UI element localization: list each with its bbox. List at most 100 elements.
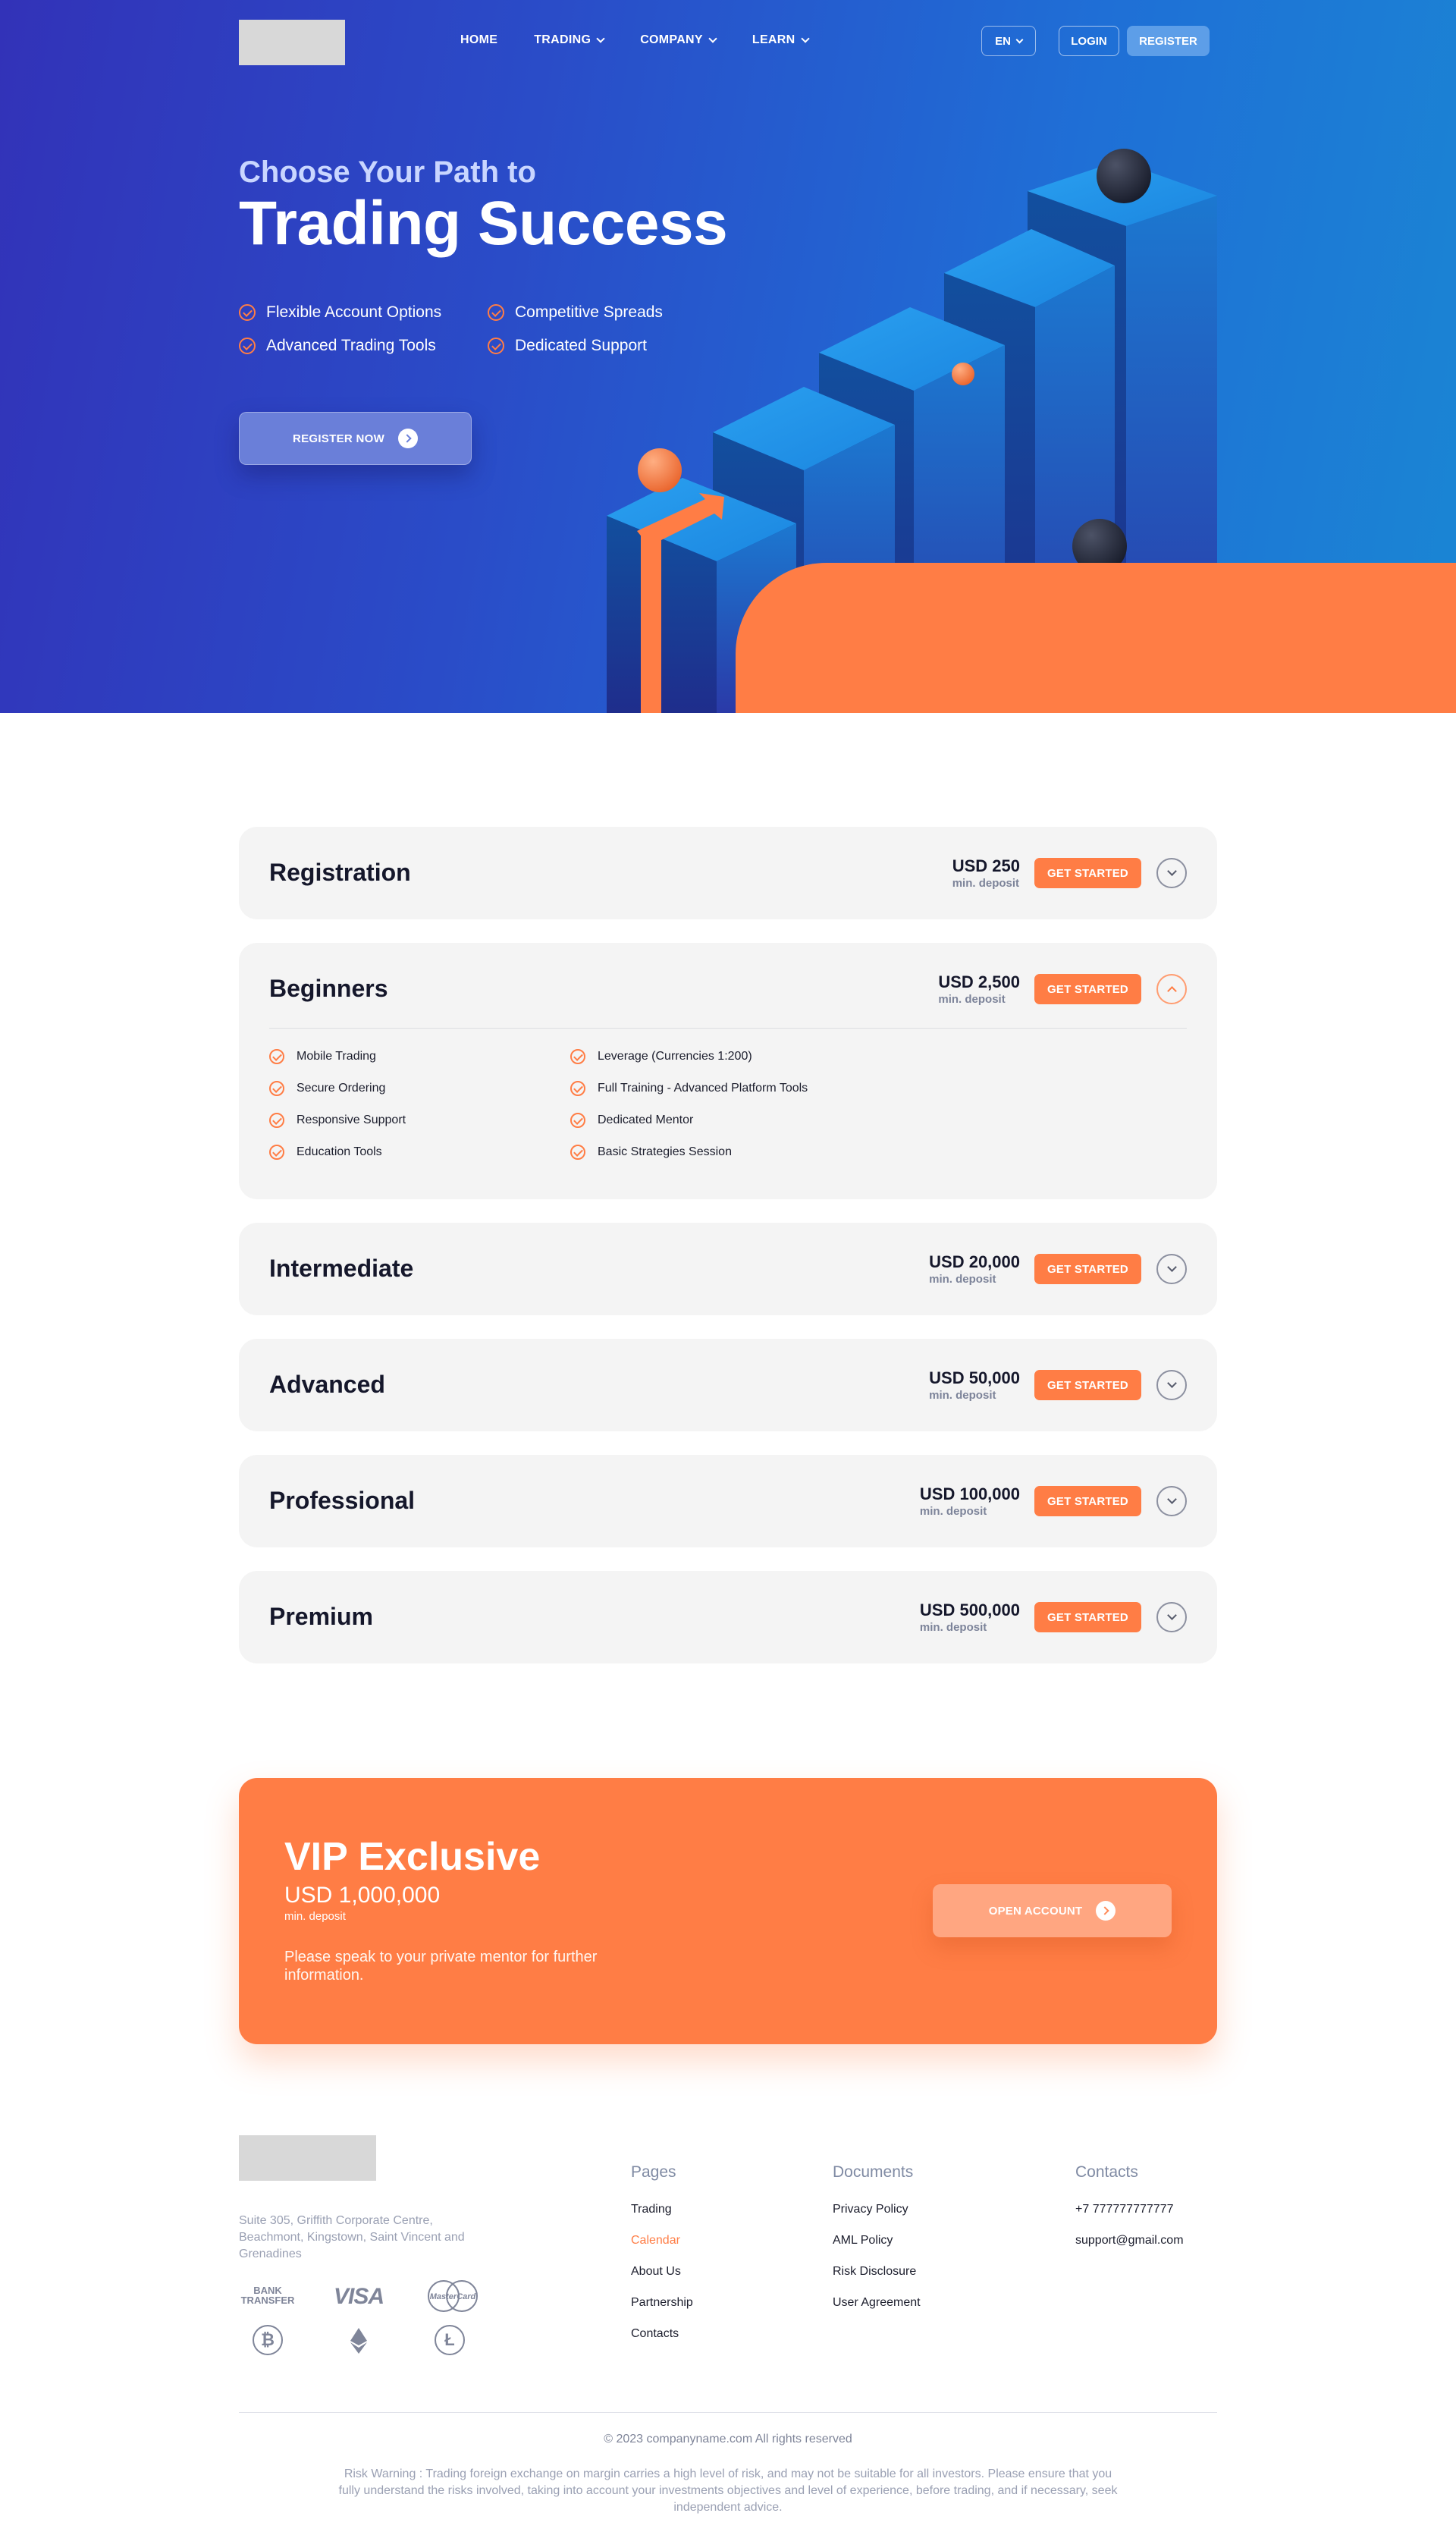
plan-card-professional[interactable]: Professional USD 100,000 min. deposit GE…: [239, 1455, 1217, 1547]
footer-link-contacts[interactable]: Contacts: [631, 2327, 693, 2358]
register-button[interactable]: REGISTER: [1127, 26, 1210, 56]
plan-card-premium[interactable]: Premium USD 500,000 min. deposit GET STA…: [239, 1571, 1217, 1663]
open-account-button[interactable]: OPEN ACCOUNT: [933, 1884, 1172, 1937]
language-selector[interactable]: EN: [981, 26, 1036, 56]
get-started-button[interactable]: GET STARTED: [1034, 974, 1141, 1004]
plan-amount: USD 50,000: [929, 1368, 1020, 1387]
plan-card-registration[interactable]: Registration USD 250 min. deposit GET ST…: [239, 827, 1217, 919]
plan-amount: USD 20,000: [929, 1252, 1020, 1271]
litecoin-icon: Ł: [435, 2325, 465, 2355]
plan-name: Beginners: [269, 975, 388, 1002]
plan-card-intermediate[interactable]: Intermediate USD 20,000 min. deposit GET…: [239, 1223, 1217, 1315]
check-circle-icon: [269, 1113, 284, 1128]
footer-logo[interactable]: [239, 2135, 376, 2181]
plan-amount: USD 250: [952, 856, 1020, 875]
plan-card-advanced[interactable]: Advanced USD 50,000 min. deposit GET STA…: [239, 1339, 1217, 1431]
check-circle-icon: [269, 1049, 284, 1064]
vip-note: Please speak to your private mentor for …: [284, 1949, 598, 1984]
plan-min-label: min. deposit: [919, 1621, 987, 1634]
chevron-down-icon[interactable]: [1156, 1602, 1187, 1632]
footer-pages: Pages Trading Calendar About Us Partners…: [631, 2163, 693, 2358]
plan-feature-label: Secure Ordering: [297, 1082, 386, 1095]
plan-name: Advanced: [269, 1371, 385, 1398]
account-plans: Registration USD 250 min. deposit GET ST…: [239, 827, 1217, 1687]
hero-feature: Advanced Trading Tools: [239, 337, 488, 355]
chevron-down-icon[interactable]: [1156, 1486, 1187, 1516]
plan-feature: Basic Strategies Session: [570, 1145, 949, 1160]
chevron-down-icon: [1015, 36, 1024, 43]
plan-feature: Responsive Support: [269, 1113, 570, 1128]
footer-link-user-agreement[interactable]: User Agreement: [833, 2296, 921, 2327]
divider: [269, 1028, 1187, 1029]
check-circle-icon: [269, 1145, 284, 1160]
check-circle-icon: [570, 1081, 585, 1096]
get-started-button[interactable]: GET STARTED: [1034, 1486, 1141, 1516]
plan-name: Intermediate: [269, 1255, 414, 1282]
hero-feature: Dedicated Support: [488, 337, 715, 355]
nav-trading[interactable]: TRADING: [534, 33, 605, 47]
plan-card-beginners[interactable]: Beginners USD 2,500 min. deposit GET STA…: [239, 943, 1217, 1199]
plan-feature: Education Tools: [269, 1145, 570, 1160]
plan-min-label: min. deposit: [929, 1389, 996, 1402]
hero-feature-label: Advanced Trading Tools: [266, 337, 436, 354]
hero-feature-label: Dedicated Support: [515, 337, 647, 354]
risk-warning: Risk Warning : Trading foreign exchange …: [338, 2467, 1118, 2514]
footer-link-partnership[interactable]: Partnership: [631, 2296, 693, 2327]
plan-feature-label: Full Training - Advanced Platform Tools: [598, 1082, 808, 1095]
check-circle-icon: [269, 1081, 284, 1096]
footer-link-calendar[interactable]: Calendar: [631, 2234, 693, 2265]
plan-price: USD 20,000 min. deposit: [929, 1252, 1020, 1286]
chevron-down-icon: [596, 34, 605, 43]
plan-amount: USD 100,000: [919, 1484, 1020, 1503]
hero-feature-label: Flexible Account Options: [266, 303, 442, 321]
footer-link-aml-policy[interactable]: AML Policy: [833, 2234, 921, 2265]
chevron-down-icon: [708, 34, 717, 43]
open-account-label: OPEN ACCOUNT: [988, 1904, 1083, 1918]
plan-price: USD 2,500 min. deposit: [938, 972, 1020, 1006]
plan-feature: Mobile Trading: [269, 1049, 570, 1064]
visa-logo: VISA: [334, 2284, 384, 2309]
plan-name: Registration: [269, 859, 411, 886]
check-circle-icon: [570, 1049, 585, 1064]
get-started-button[interactable]: GET STARTED: [1034, 1254, 1141, 1284]
mastercard-label: MasterCard: [430, 2292, 476, 2301]
plan-min-label: min. deposit: [938, 993, 1006, 1006]
check-circle-icon: [239, 338, 256, 354]
chevron-up-icon[interactable]: [1156, 974, 1187, 1004]
footer-link-privacy-policy[interactable]: Privacy Policy: [833, 2203, 921, 2234]
plan-feature: Secure Ordering: [269, 1081, 570, 1096]
hero-features: Flexible Account Options Competitive Spr…: [239, 303, 715, 355]
chevron-down-icon[interactable]: [1156, 1370, 1187, 1400]
footer-phone-link[interactable]: +7 777777777777: [1075, 2203, 1184, 2234]
check-circle-icon: [239, 304, 256, 321]
nav-company[interactable]: COMPANY: [640, 33, 717, 47]
nav-links: HOME TRADING COMPANY LEARN: [460, 33, 845, 47]
logo[interactable]: [239, 20, 345, 65]
footer-link-risk-disclosure[interactable]: Risk Disclosure: [833, 2265, 921, 2296]
footer-email-link[interactable]: support@gmail.com: [1075, 2234, 1184, 2265]
chevron-down-icon[interactable]: [1156, 1254, 1187, 1284]
hero-subtitle: Choose Your Path to: [239, 155, 536, 189]
footer-link-about-us[interactable]: About Us: [631, 2265, 693, 2296]
vip-card: VIP Exclusive USD 1,000,000 min. deposit…: [239, 1778, 1217, 2044]
get-started-button[interactable]: GET STARTED: [1034, 1602, 1141, 1632]
nav-home[interactable]: HOME: [460, 33, 497, 47]
footer-link-trading[interactable]: Trading: [631, 2203, 693, 2234]
plan-feature-label: Education Tools: [297, 1145, 382, 1158]
plan-features: Mobile Trading Leverage (Currencies 1:20…: [269, 1049, 949, 1160]
login-button[interactable]: LOGIN: [1059, 26, 1119, 56]
chevron-down-icon[interactable]: [1156, 858, 1187, 888]
footer-divider: [239, 2412, 1217, 2413]
get-started-button[interactable]: GET STARTED: [1034, 1370, 1141, 1400]
register-now-button[interactable]: REGISTER NOW: [239, 412, 472, 465]
nav-learn[interactable]: LEARN: [752, 33, 810, 47]
plan-price: USD 500,000 min. deposit: [920, 1600, 1020, 1634]
register-now-label: REGISTER NOW: [292, 432, 385, 445]
plan-feature-label: Mobile Trading: [297, 1050, 376, 1063]
get-started-button[interactable]: GET STARTED: [1034, 858, 1141, 888]
plan-feature-label: Leverage (Currencies 1:200): [598, 1050, 752, 1063]
plan-price: USD 50,000 min. deposit: [929, 1368, 1020, 1402]
bank-transfer-line2: TRANSFER: [240, 2295, 295, 2306]
plan-price: USD 250 min. deposit: [952, 856, 1020, 890]
nav-learn-label: LEARN: [752, 33, 795, 46]
